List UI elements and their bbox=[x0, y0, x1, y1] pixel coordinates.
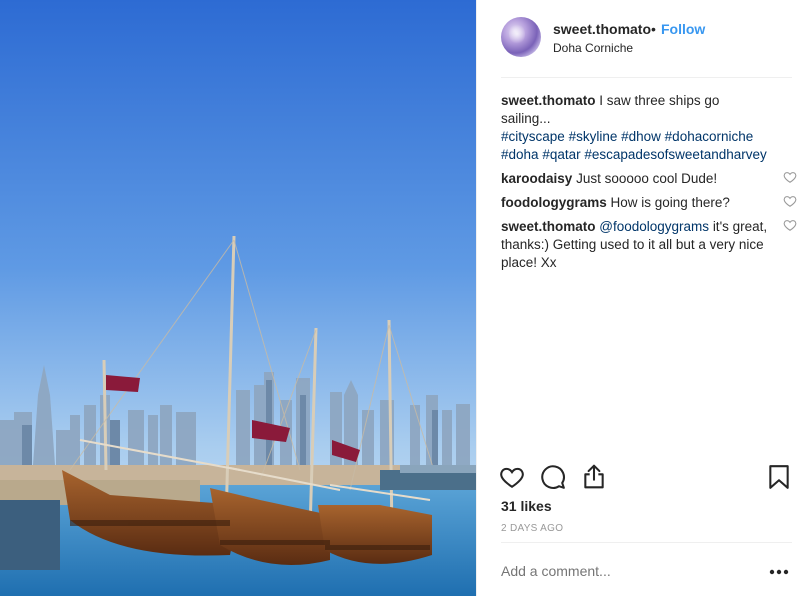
comment-like-heart-icon[interactable] bbox=[783, 218, 797, 232]
comment-item: foodologygrams How is going there? bbox=[501, 194, 797, 212]
avatar[interactable] bbox=[501, 17, 541, 57]
bookmark-icon[interactable] bbox=[768, 464, 790, 490]
comment-bubble-icon[interactable] bbox=[540, 464, 566, 490]
heart-icon[interactable] bbox=[499, 464, 525, 490]
comment-item: sweet.thomato @foodologygrams it's great… bbox=[501, 218, 797, 272]
likes-count[interactable]: 31 likes bbox=[501, 498, 552, 514]
hashtag[interactable]: #dohacorniche bbox=[665, 129, 754, 144]
hashtag[interactable]: #cityscape bbox=[501, 129, 565, 144]
comment-item: karoodaisy Just sooooo cool Dude! bbox=[501, 170, 797, 188]
caption-username[interactable]: sweet.thomato bbox=[501, 93, 596, 108]
location-link[interactable]: Doha Corniche bbox=[553, 41, 633, 55]
hashtag[interactable]: #skyline bbox=[569, 129, 618, 144]
hashtag[interactable]: #qatar bbox=[542, 147, 580, 162]
post-actions-bar bbox=[477, 460, 809, 496]
more-options-icon[interactable] bbox=[769, 569, 789, 575]
comment-username[interactable]: karoodaisy bbox=[501, 171, 572, 186]
hashtag[interactable]: #escapadesofsweetandharvey bbox=[584, 147, 766, 162]
post-header: sweet.thomato • Follow Doha Corniche bbox=[477, 0, 809, 78]
caption: sweet.thomato I saw three ships go saili… bbox=[501, 92, 791, 164]
post-author-username[interactable]: sweet.thomato bbox=[553, 21, 651, 37]
separator-dot: • bbox=[651, 21, 656, 37]
comment-like-heart-icon[interactable] bbox=[783, 170, 797, 184]
add-comment-input[interactable] bbox=[501, 562, 741, 580]
post-side-panel: sweet.thomato • Follow Doha Corniche swe… bbox=[476, 0, 809, 596]
follow-button[interactable]: Follow bbox=[661, 21, 705, 37]
hashtag[interactable]: #dhow bbox=[621, 129, 661, 144]
dhow-boats-skyline-image bbox=[0, 0, 476, 596]
divider bbox=[501, 542, 792, 543]
comment-username[interactable]: sweet.thomato bbox=[501, 219, 596, 234]
comment-text: How is going there? bbox=[610, 195, 730, 210]
post-photo[interactable] bbox=[0, 0, 476, 596]
comments-list: sweet.thomato I saw three ships go saili… bbox=[501, 92, 797, 278]
divider bbox=[501, 77, 792, 78]
share-icon[interactable] bbox=[581, 463, 607, 490]
comment-text: Just sooooo cool Dude! bbox=[576, 171, 718, 186]
hashtag[interactable]: #doha bbox=[501, 147, 539, 162]
comment-mention[interactable]: @foodologygrams bbox=[599, 219, 709, 234]
comment-username[interactable]: foodologygrams bbox=[501, 195, 607, 210]
comment-like-heart-icon[interactable] bbox=[783, 194, 797, 208]
post-timestamp[interactable]: 2 DAYS AGO bbox=[501, 523, 563, 534]
